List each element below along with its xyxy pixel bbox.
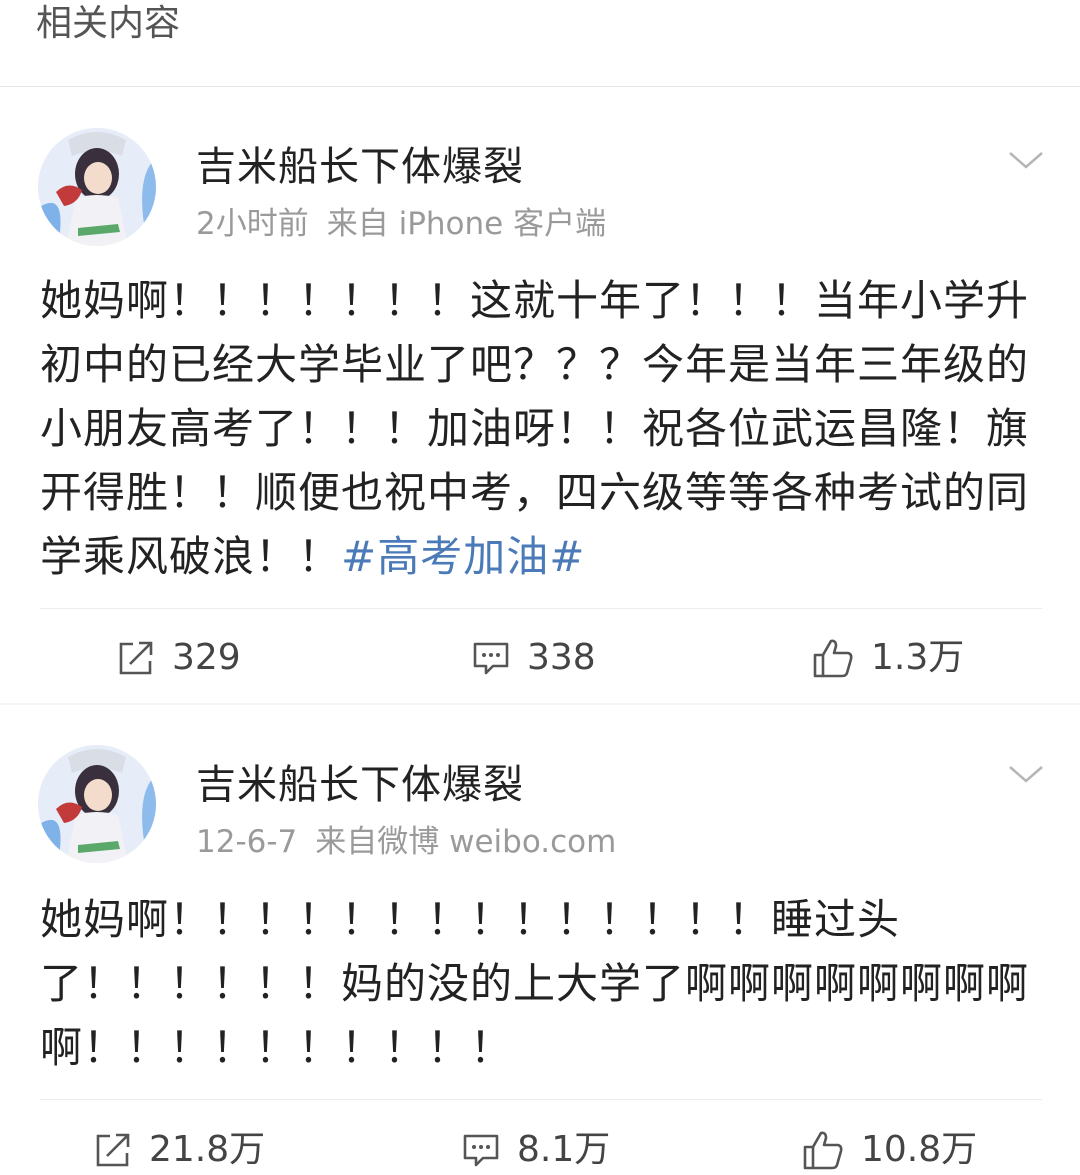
avatar[interactable] (38, 128, 156, 246)
post-time: 12-6-7 (196, 824, 298, 860)
repost-button[interactable]: 21.8万 (93, 1125, 265, 1175)
thumbs-up-icon (813, 639, 853, 678)
avatar-image (38, 128, 156, 246)
comment-icon (473, 642, 509, 675)
section-header: 相关内容 (0, 0, 1080, 87)
divider (40, 608, 1042, 609)
repost-icon (119, 641, 153, 675)
comment-icon (463, 1134, 499, 1167)
repost-button[interactable]: 329 (116, 633, 241, 683)
post-menu-button[interactable] (1004, 145, 1048, 175)
post-time: 2小时前 (196, 206, 309, 242)
like-button[interactable]: 1.3万 (811, 633, 964, 683)
post-body: 她妈啊！！！！！！！！！！！！！！睡过头了！！！！！！妈的没的上大学了啊啊啊啊啊… (40, 888, 1040, 1080)
hashtag-link[interactable]: #高考加油# (341, 532, 585, 581)
repost-count: 329 (172, 637, 241, 678)
like-button[interactable]: 10.8万 (801, 1125, 977, 1175)
chevron-down-icon (1009, 152, 1043, 169)
post-source[interactable]: 来自 iPhone 客户端 (327, 206, 606, 242)
repost-icon (96, 1133, 130, 1167)
post-username[interactable]: 吉米船长下体爆裂 (196, 143, 524, 191)
post-body: 她妈啊！！！！！！！这就十年了！！！当年小学升初中的已经大学毕业了吧？？？今年是… (40, 269, 1040, 589)
like-count: 1.3万 (871, 637, 965, 678)
comment-count: 8.1万 (517, 1129, 611, 1170)
divider (40, 1099, 1042, 1100)
avatar-image (38, 745, 156, 863)
section-title: 相关内容 (36, 3, 181, 44)
comment-button[interactable]: 8.1万 (461, 1125, 610, 1175)
thumbs-up-icon (803, 1131, 843, 1170)
post-card: 吉米船长下体爆裂 12-6-7 来自微博 weibo.com 她妈啊！！！！！！！… (0, 705, 1080, 1170)
comment-button[interactable]: 338 (471, 633, 596, 683)
post-text: 她妈啊！！！！！！！！！！！！！！睡过头了！！！！！！妈的没的上大学了啊啊啊啊啊… (40, 895, 1030, 1072)
repost-count: 21.8万 (149, 1129, 266, 1170)
post-menu-button[interactable] (1004, 759, 1048, 789)
post-source[interactable]: 来自微博 weibo.com (315, 824, 616, 860)
post-meta: 2小时前 来自 iPhone 客户端 (196, 204, 606, 244)
like-count: 10.8万 (861, 1129, 978, 1170)
avatar[interactable] (38, 745, 156, 863)
post-username[interactable]: 吉米船长下体爆裂 (196, 761, 524, 809)
post-meta: 12-6-7 来自微博 weibo.com (196, 822, 616, 862)
comment-count: 338 (527, 637, 596, 678)
post-card: 吉米船长下体爆裂 2小时前 来自 iPhone 客户端 她妈啊！！！！！！！这就十… (0, 87, 1080, 703)
chevron-down-icon (1009, 766, 1043, 783)
